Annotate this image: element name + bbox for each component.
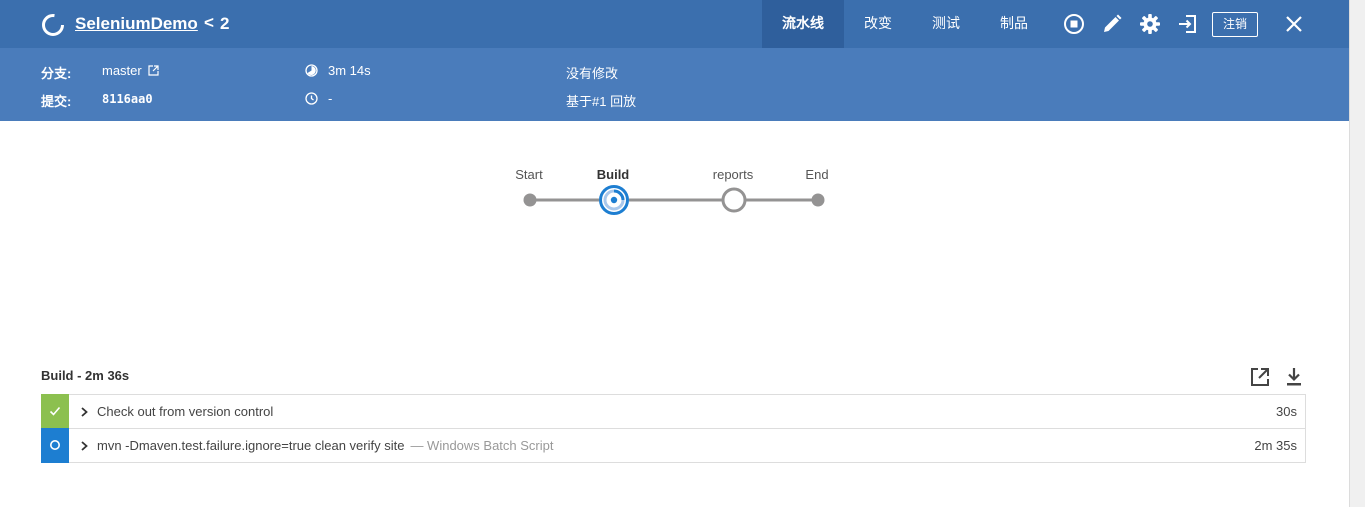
tab-pipeline[interactable]: 流水线 — [762, 0, 844, 48]
step-duration: 2m 35s — [1254, 438, 1297, 453]
commit-hash: 8116aa0 — [102, 92, 153, 106]
stage-node-reports — [721, 187, 747, 213]
running-spinner-icon — [50, 440, 60, 450]
changes-text: 没有修改 — [566, 66, 619, 81]
status-running-badge — [41, 428, 69, 463]
step-name: mvn -Dmaven.test.failure.ignore=true cle… — [97, 438, 405, 453]
commit-label: 提交: — [41, 94, 72, 109]
stage-section-title: Build - 2m 36s — [41, 368, 130, 383]
clock-icon — [305, 92, 318, 105]
pipeline-logo-icon — [42, 14, 64, 36]
open-in-new-window-icon[interactable] — [1249, 366, 1271, 388]
run-time-ago: - — [328, 91, 333, 106]
edit-icon[interactable] — [1101, 13, 1123, 35]
pipeline-graph — [523, 185, 825, 215]
branch-link[interactable]: master — [102, 63, 159, 78]
tab-tests[interactable]: 测试 — [918, 0, 974, 48]
stage-node-end — [811, 193, 825, 207]
stage-node-build — [599, 185, 629, 215]
project-name-link[interactable]: SeleniumDemo — [75, 14, 198, 34]
step-text: mvn -Dmaven.test.failure.ignore=true cle… — [97, 438, 553, 453]
external-link-icon — [148, 65, 159, 76]
stop-icon[interactable] — [1063, 13, 1085, 35]
chevron-right-icon[interactable] — [78, 439, 90, 453]
tab-artifacts[interactable]: 制品 — [986, 0, 1042, 48]
run-number: 2 — [220, 14, 230, 33]
step-list: Check out from version control 30s mvn -… — [41, 394, 1306, 463]
tab-changes[interactable]: 改变 — [850, 0, 906, 48]
branch-label: 分支: — [41, 66, 72, 81]
download-icon[interactable] — [1283, 366, 1305, 388]
run-info-bar: 分支: master 提交: 8116aa0 3m 14s - 没有修改 基于#… — [0, 48, 1349, 121]
branch-value: master — [102, 63, 142, 78]
step-text: Check out from version control — [97, 404, 273, 419]
step-row-checkout[interactable]: Check out from version control 30s — [41, 394, 1306, 429]
stage-node-start — [523, 193, 537, 207]
logout-button[interactable]: 注销 — [1212, 12, 1258, 37]
close-icon[interactable] — [1284, 14, 1304, 34]
status-success-badge — [41, 394, 69, 429]
step-row-mvn[interactable]: mvn -Dmaven.test.failure.ignore=true cle… — [41, 428, 1306, 463]
back-chevron-icon[interactable]: < — [204, 13, 214, 33]
run-duration: 3m 14s — [328, 63, 371, 78]
gear-icon[interactable] — [1139, 13, 1161, 35]
replay-text: 基于#1 回放 — [566, 94, 637, 109]
step-type: — Windows Batch Script — [410, 438, 554, 453]
duration-icon — [305, 64, 318, 77]
exit-icon[interactable] — [1177, 13, 1199, 35]
vertical-scrollbar[interactable] — [1349, 0, 1365, 507]
step-name: Check out from version control — [97, 404, 274, 419]
step-duration: 30s — [1276, 404, 1297, 419]
chevron-right-icon[interactable] — [78, 405, 90, 419]
check-icon — [49, 406, 61, 416]
top-navigation-bar: SeleniumDemo < 2 流水线 改变 测试 制品 注销 — [0, 0, 1349, 48]
